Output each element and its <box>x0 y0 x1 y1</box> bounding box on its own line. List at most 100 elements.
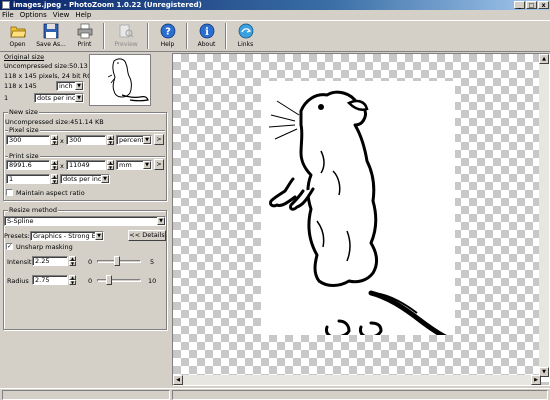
toolbar-separator <box>103 23 105 49</box>
preview-label: Preview <box>114 41 138 48</box>
about-label: About <box>197 41 216 48</box>
intensity-slider-thumb[interactable] <box>113 256 120 266</box>
menu-file[interactable]: File <box>2 11 14 19</box>
details-button[interactable]: << Details <box>128 230 166 241</box>
resize-method-select[interactable]: S-Spline ▼ <box>4 216 166 226</box>
minimize-button[interactable]: _ <box>514 1 525 9</box>
radius-min-label: 0 <box>88 277 93 285</box>
chevron-down-icon[interactable]: ▼ <box>95 232 103 240</box>
print-width-spinner[interactable]: ▲ ▼ <box>51 160 58 170</box>
app-icon <box>2 1 10 9</box>
help-icon: ? <box>160 23 175 39</box>
spin-down-icon[interactable]: ▼ <box>51 165 58 170</box>
original-res-unit-value: dots per inch <box>37 94 80 102</box>
chevron-down-icon[interactable]: ▼ <box>143 136 151 144</box>
print-button[interactable]: Print <box>69 21 100 51</box>
svg-text:i: i <box>205 27 209 38</box>
intensity-min-label: 0 <box>88 258 93 266</box>
window-title: images.jpeg - PhotoZoom 1.0.22 (Unregist… <box>13 1 202 9</box>
save-as-label: Save As... <box>36 41 66 48</box>
folder-open-icon <box>10 26 26 38</box>
spin-down-icon[interactable]: ▼ <box>69 280 76 285</box>
pixel-height-input[interactable]: 300 <box>66 135 106 145</box>
scroll-left-icon[interactable]: ◀ <box>173 375 183 385</box>
chevron-down-icon[interactable]: ▼ <box>101 175 109 183</box>
links-label: Links <box>237 41 254 48</box>
help-button[interactable]: ? Help <box>152 21 183 51</box>
pixel-width-input[interactable]: 300 <box>6 135 50 145</box>
horizontal-scrollbar[interactable]: ◀ ▶ <box>173 375 541 385</box>
status-bar <box>0 388 550 400</box>
pixel-size-label: Pixel size <box>8 126 40 134</box>
intensity-max-label: 5 <box>150 258 155 266</box>
original-dimensions: 118 x 145 <box>4 82 37 90</box>
new-uncompressed-size: Uncompressed size:451.14 KB <box>5 118 104 126</box>
print-resolution-spinner[interactable]: ▲ ▼ <box>51 174 58 184</box>
chevron-down-icon[interactable]: ▼ <box>157 217 165 225</box>
print-height-input[interactable]: 11049 <box>66 160 106 170</box>
radius-slider-thumb[interactable] <box>106 275 113 285</box>
maintain-aspect-label: Maintain aspect ratio <box>16 189 85 197</box>
spin-down-icon[interactable]: ▼ <box>51 140 58 145</box>
radius-input[interactable]: 2.75 <box>32 275 68 285</box>
pixel-size-apply-button[interactable]: > <box>154 134 164 145</box>
save-as-button[interactable]: Save As... <box>33 21 69 51</box>
status-panel-main <box>172 390 548 400</box>
vertical-scrollbar[interactable]: ▲ ▼ <box>539 54 549 377</box>
about-button[interactable]: i About <box>191 21 222 51</box>
links-button[interactable]: Links <box>230 21 261 51</box>
spin-down-icon[interactable]: ▼ <box>69 261 76 266</box>
presets-select[interactable]: Graphics - Strong Edges ▼ <box>30 231 104 241</box>
print-resolution-input[interactable]: 1 <box>6 174 50 184</box>
resize-method-value: S-Spline <box>7 217 34 225</box>
menu-view[interactable]: View <box>53 11 70 19</box>
intensity-input[interactable]: 2.25 <box>32 256 68 266</box>
pixel-width-spinner[interactable]: ▲ ▼ <box>51 135 58 145</box>
original-resolution-unit-select[interactable]: dots per inch ▼ <box>34 93 84 103</box>
chevron-down-icon[interactable]: ▼ <box>75 94 83 102</box>
unsharp-masking-checkbox[interactable]: ✓ <box>6 243 13 250</box>
pixel-height-spinner[interactable]: ▲ ▼ <box>107 135 114 145</box>
menu-help[interactable]: Help <box>75 11 91 19</box>
print-size-apply-button[interactable]: > <box>154 159 164 170</box>
spin-down-icon[interactable]: ▼ <box>107 165 114 170</box>
pixel-unit-value: percent <box>119 136 144 144</box>
status-panel-left <box>2 390 170 400</box>
image-viewer[interactable]: ▲ ▼ ◀ ▶ <box>172 53 550 386</box>
close-button[interactable]: x <box>538 1 549 9</box>
toolbar: Open Save As... Print Preview ? Help i A… <box>0 20 550 52</box>
menu-bar: File Options View Help <box>0 10 550 20</box>
spin-down-icon[interactable]: ▼ <box>51 179 58 184</box>
original-size-title: Original size <box>4 53 45 61</box>
presets-label: Presets: <box>4 232 30 240</box>
scroll-up-icon[interactable]: ▲ <box>539 54 549 64</box>
unsharp-masking-label: Unsharp masking <box>16 243 73 251</box>
resize-method-title: Resize method <box>8 206 58 214</box>
print-unit-select[interactable]: mm ▼ <box>116 160 152 170</box>
pixel-unit-select[interactable]: percent ▼ <box>116 135 152 145</box>
spin-down-icon[interactable]: ▼ <box>107 140 114 145</box>
pixel-times-sign: x <box>60 137 64 145</box>
original-pixel-info: 118 x 145 pixels, 24 bit RGB <box>4 72 97 80</box>
open-button[interactable]: Open <box>2 21 33 51</box>
radius-spinner[interactable]: ▲ ▼ <box>69 275 76 285</box>
radius-slider-track[interactable] <box>97 279 141 282</box>
original-unit-select[interactable]: inch ▼ <box>56 81 84 91</box>
maintain-aspect-checkbox[interactable] <box>6 189 13 196</box>
preview-button[interactable]: Preview <box>108 21 144 51</box>
toolbar-separator <box>225 23 227 49</box>
scroll-right-icon[interactable]: ▶ <box>531 375 541 385</box>
print-width-input[interactable]: 8991.6 <box>6 160 50 170</box>
maximize-button[interactable]: □ <box>526 1 537 9</box>
print-resolution-unit-select[interactable]: dots per inch ▼ <box>60 174 110 184</box>
print-res-unit-value: dots per inch <box>63 175 106 183</box>
chevron-down-icon[interactable]: ▼ <box>143 161 151 169</box>
image-canvas <box>261 81 458 344</box>
toolbar-separator <box>147 23 149 49</box>
print-height-spinner[interactable]: ▲ ▼ <box>107 160 114 170</box>
intensity-spinner[interactable]: ▲ ▼ <box>69 256 76 266</box>
menu-options[interactable]: Options <box>20 11 47 19</box>
settings-panel: Original size Uncompressed size:50.13 KB… <box>0 52 170 388</box>
chevron-down-icon[interactable]: ▼ <box>75 82 83 90</box>
print-label: Print <box>77 41 92 48</box>
